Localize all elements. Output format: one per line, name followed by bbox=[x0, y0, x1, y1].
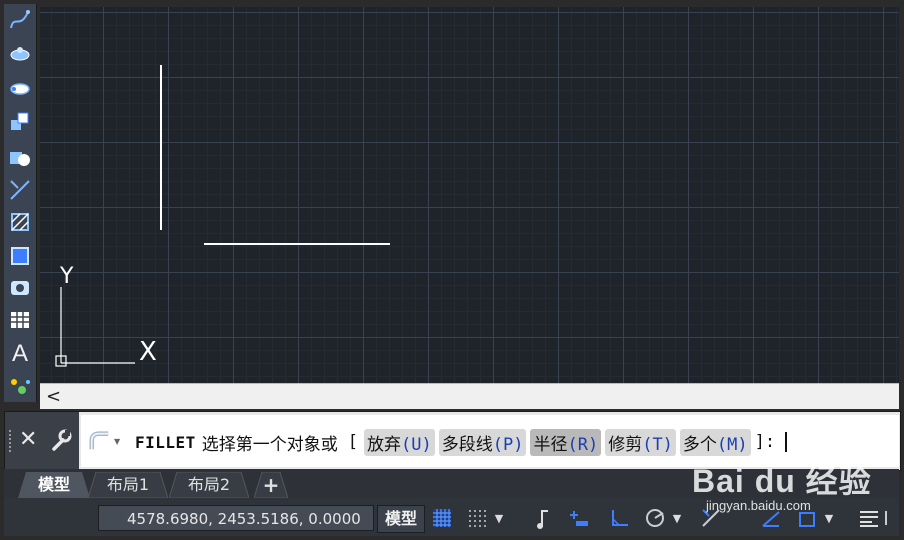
dynamic-input-icon[interactable] bbox=[564, 504, 594, 532]
hatch-icon[interactable] bbox=[6, 208, 34, 236]
block-insert-icon[interactable] bbox=[6, 108, 34, 136]
option-key: (U) bbox=[401, 434, 432, 455]
tab-layout2[interactable]: 布局2 bbox=[169, 472, 249, 498]
tab-model[interactable]: 模型 bbox=[18, 472, 90, 498]
baidu-watermark-url: jingyan.baidu.com bbox=[706, 498, 811, 513]
make-block-icon[interactable] bbox=[6, 144, 34, 172]
grid-display-icon[interactable] bbox=[427, 504, 457, 532]
snap-mode-icon[interactable] bbox=[462, 504, 492, 532]
polar-dropdown-icon[interactable]: ▼ bbox=[670, 504, 684, 532]
option-polyline[interactable]: 多段线(P) bbox=[438, 428, 527, 456]
statusbar-more-icon[interactable] bbox=[884, 504, 896, 532]
revolve-icon[interactable] bbox=[6, 40, 34, 68]
baidu-watermark-logo: Bai du 经验 bbox=[692, 463, 872, 499]
drag-grip[interactable] bbox=[9, 430, 13, 452]
tab-label: 布局2 bbox=[187, 475, 231, 494]
tab-label: 布局1 bbox=[106, 475, 150, 494]
option-undo[interactable]: 放弃(U) bbox=[364, 428, 435, 456]
option-label: 放弃 bbox=[367, 434, 402, 455]
close-icon[interactable]: ✕ bbox=[19, 425, 37, 455]
option-label: 多段线 bbox=[441, 434, 493, 455]
horizontal-scrollbar[interactable]: < bbox=[40, 383, 899, 409]
autocad-window: A Y X < ✕ ▼ FILLET 选择第一个对象或 [放弃(U) 多段线(… bbox=[0, 0, 904, 540]
table-icon[interactable] bbox=[6, 306, 34, 334]
ucs-y-label: Y bbox=[59, 264, 74, 289]
snap-dropdown-icon[interactable]: ▼ bbox=[492, 504, 506, 532]
draw-toolbar: A bbox=[4, 4, 37, 402]
option-trim[interactable]: 修剪(T) bbox=[605, 428, 676, 456]
option-label: 多个 bbox=[682, 434, 717, 455]
gradient-icon[interactable] bbox=[6, 242, 34, 270]
option-key: (T) bbox=[642, 434, 673, 455]
close-bracket: ]: bbox=[754, 432, 776, 452]
text-cursor bbox=[785, 432, 788, 452]
fillet-command-icon[interactable] bbox=[89, 430, 111, 452]
add-selected-icon[interactable] bbox=[6, 372, 34, 400]
infer-constraints-icon[interactable] bbox=[528, 504, 558, 532]
wrench-icon[interactable] bbox=[49, 428, 73, 452]
option-radius[interactable]: 半径(R) bbox=[530, 428, 602, 456]
option-label: 修剪 bbox=[608, 434, 643, 455]
tab-layout1[interactable]: 布局1 bbox=[88, 472, 168, 498]
command-prompt: FILLET 选择第一个对象或 [ 放弃(U) 多段线(P) 半径(R) 修剪(… bbox=[135, 428, 788, 456]
ucs-x-label: X bbox=[139, 337, 157, 367]
coordinate-readout[interactable]: 4578.6980, 2453.5186, 0.0000 bbox=[98, 505, 374, 531]
open-bracket: [ bbox=[347, 432, 359, 452]
recent-commands-dropdown-icon[interactable]: ▼ bbox=[114, 437, 120, 446]
command-line-controls: ✕ bbox=[5, 412, 79, 470]
model-space-button[interactable]: 模型 bbox=[377, 505, 425, 533]
drawing-canvas[interactable]: Y X bbox=[40, 7, 899, 383]
ortho-mode-icon[interactable] bbox=[604, 504, 634, 532]
add-layout-button[interactable]: + bbox=[254, 472, 288, 498]
polar-tracking-icon[interactable] bbox=[640, 504, 670, 532]
lineweight-icon[interactable] bbox=[854, 504, 884, 532]
option-key: (P) bbox=[492, 434, 524, 455]
region-icon[interactable] bbox=[6, 274, 34, 302]
option-label: 半径 bbox=[533, 434, 568, 455]
osnap-dropdown-icon[interactable]: ▼ bbox=[822, 504, 836, 532]
option-multiple[interactable]: 多个(M) bbox=[679, 428, 751, 456]
scroll-left-arrow[interactable]: < bbox=[46, 384, 61, 409]
tab-label: 模型 bbox=[37, 475, 70, 494]
command-name: FILLET bbox=[135, 432, 196, 452]
option-key: (M) bbox=[716, 434, 748, 455]
command-prompt-text: 选择第一个对象或 bbox=[201, 434, 338, 455]
point-icon[interactable] bbox=[6, 176, 34, 204]
ellipse-icon[interactable] bbox=[6, 74, 34, 102]
spline-icon[interactable] bbox=[6, 6, 34, 34]
multiline-text-icon[interactable]: A bbox=[6, 340, 34, 368]
option-key: (R) bbox=[567, 434, 599, 455]
add-layout-label: + bbox=[262, 473, 280, 497]
